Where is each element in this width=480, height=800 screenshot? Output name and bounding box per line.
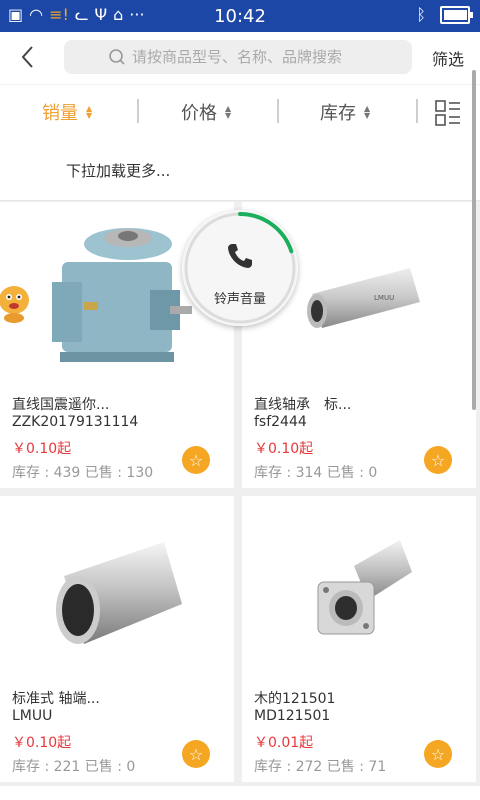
floating-mascot-icon[interactable] bbox=[0, 280, 32, 324]
next-row-edge bbox=[0, 786, 480, 800]
chevron-left-icon bbox=[21, 46, 33, 68]
product-stock: 库存 : 314 已售 : 0 bbox=[254, 465, 378, 481]
sort-stock-tab[interactable]: 库存 ▲ ▼ bbox=[320, 99, 370, 125]
product-name: 标准式 轴端... bbox=[12, 691, 100, 707]
product-stock: 库存 : 221 已售 : 0 bbox=[12, 759, 136, 775]
sort-price-tab[interactable]: 价格 ▲ ▼ bbox=[181, 99, 231, 125]
filter-button[interactable]: 筛选 bbox=[432, 46, 464, 70]
scrollbar[interactable] bbox=[472, 70, 476, 410]
phone-icon bbox=[228, 244, 252, 268]
product-stock: 库存 : 272 已售 : 71 bbox=[254, 759, 387, 775]
favorite-button[interactable]: ☆ bbox=[182, 740, 210, 768]
product-price: ￥0.01起 bbox=[254, 735, 314, 751]
search-header: 请按商品型号、名称、品牌搜索 筛选 bbox=[0, 32, 480, 84]
product-image-flange-bearing bbox=[317, 540, 412, 635]
product-model: ZZK20179131114 bbox=[12, 414, 139, 430]
product-name: 直线国震遥你... bbox=[12, 397, 110, 413]
sort-sales-label: 销量 bbox=[42, 103, 78, 124]
star-icon: ☆ bbox=[430, 450, 446, 470]
product-model: fsf2444 bbox=[254, 414, 307, 430]
ringer-volume-overlay: 铃声音量 bbox=[182, 210, 298, 326]
pull-to-load: 下拉加载更多... bbox=[0, 138, 480, 201]
favorite-button[interactable]: ☆ bbox=[424, 740, 452, 768]
favorite-button[interactable]: ☆ bbox=[182, 446, 210, 474]
ringer-volume-label: 铃声音量 bbox=[213, 292, 266, 307]
product-card[interactable]: 标准式 轴端... LMUU ￥0.10起 库存 : 221 已售 : 0 ☆ bbox=[0, 496, 234, 782]
sort-arrows-icon: ▲ ▼ bbox=[86, 104, 93, 120]
sort-arrows-icon: ▲ ▼ bbox=[225, 104, 232, 120]
product-price: ￥0.10起 bbox=[12, 735, 72, 751]
list-layout-toggle-icon[interactable] bbox=[435, 100, 461, 126]
svg-text:LMUU: LMUU bbox=[374, 294, 394, 302]
sort-arrows-icon: ▲ ▼ bbox=[364, 104, 371, 120]
status-bar: ▣ ◠ ≡! ᓚ Ψ ⌂ ··· 10:42 ᛒ bbox=[0, 0, 480, 32]
battery-icon bbox=[440, 5, 473, 24]
product-name: 直线轴承 标... bbox=[254, 397, 352, 413]
product-price: ￥0.10起 bbox=[12, 441, 72, 457]
star-icon: ☆ bbox=[188, 450, 204, 470]
divider bbox=[277, 99, 279, 123]
status-icons-right: ᛒ bbox=[416, 5, 473, 24]
clock: 10:42 bbox=[214, 6, 266, 27]
product-stock: 库存 : 439 已售 : 130 bbox=[12, 465, 154, 481]
product-name: 木的121501 bbox=[254, 691, 336, 707]
product-card[interactable]: 木的121501 MD121501 ￥0.01起 库存 : 272 已售 : 7… bbox=[242, 496, 476, 782]
favorite-button[interactable]: ☆ bbox=[424, 446, 452, 474]
bluetooth-icon: ᛒ bbox=[416, 5, 426, 24]
product-image-bearing-sleeve bbox=[56, 542, 182, 644]
search-placeholder: 请按商品型号、名称、品牌搜索 bbox=[132, 48, 343, 66]
divider bbox=[137, 99, 139, 123]
pull-to-load-text: 下拉加载更多... bbox=[66, 162, 171, 180]
product-model: MD121501 bbox=[254, 708, 331, 724]
product-price: ￥0.10起 bbox=[254, 441, 314, 457]
star-icon: ☆ bbox=[188, 744, 204, 764]
divider bbox=[416, 99, 418, 123]
sort-sales-tab[interactable]: 销量 ▲ ▼ bbox=[42, 99, 92, 125]
sort-bar: 销量 ▲ ▼ 价格 ▲ ▼ 库存 ▲ ▼ bbox=[0, 84, 480, 140]
product-model: LMUU bbox=[12, 708, 53, 724]
star-icon: ☆ bbox=[430, 744, 446, 764]
sort-price-label: 价格 bbox=[181, 103, 217, 124]
search-input[interactable]: 请按商品型号、名称、品牌搜索 bbox=[64, 40, 412, 74]
search-icon bbox=[109, 49, 125, 65]
sort-stock-label: 库存 bbox=[320, 103, 356, 124]
back-button[interactable] bbox=[14, 42, 44, 72]
